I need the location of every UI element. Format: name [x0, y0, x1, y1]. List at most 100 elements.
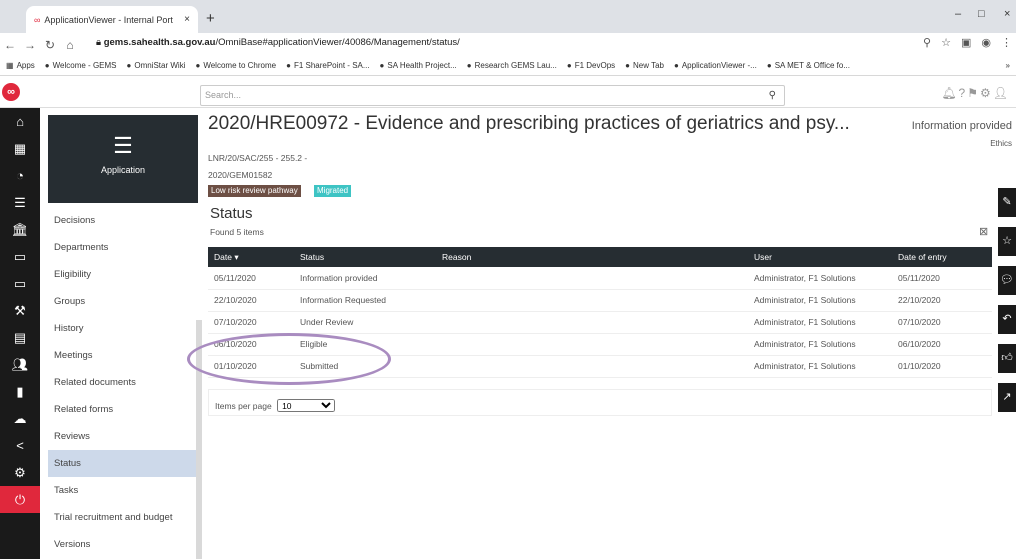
schedule-nav-icon[interactable]: ▭ [0, 243, 40, 270]
submenu-item-versions[interactable]: Versions [48, 531, 198, 558]
cell-reason [436, 333, 748, 356]
submenu-item-decisions[interactable]: Decisions [48, 207, 198, 234]
bell-icon[interactable]: 🔔︎ [941, 86, 958, 100]
reference-number: LNR/20/SAC/255 - 255.2 - [208, 153, 308, 163]
submenu-item-departments[interactable]: Departments [48, 234, 198, 261]
monitor-nav-icon[interactable]: ▭ [0, 270, 40, 297]
reload-icon[interactable]: ↻ [40, 38, 60, 52]
bookmark-item[interactable]: ● Research GEMS Lau... [467, 61, 557, 70]
menu-icon[interactable]: ⋮ [1001, 36, 1012, 49]
table-row[interactable]: 05/11/2020 Information provided Administra… [208, 267, 992, 290]
flag-icon[interactable]: ⚑ [967, 86, 980, 100]
cell-status: Under Review [294, 311, 436, 334]
star-icon[interactable]: ☆ [941, 36, 951, 49]
submenu-item-trial-recruitment-and-budget[interactable]: Trial recruitment and budget [48, 504, 198, 531]
bookmark-label: SA MET & Office fo... [774, 61, 850, 70]
bookmarks-overflow-button[interactable]: » [1006, 61, 1010, 70]
browser-tab-strip: ∞ ApplicationViewer - Internal Port × + … [0, 0, 1016, 33]
table-row[interactable]: 07/10/2020 Under Review Administrator, F1 … [208, 311, 992, 334]
share-nav-icon[interactable]: < [0, 432, 40, 459]
users-nav-icon[interactable]: 👥︎ [0, 351, 40, 378]
bookmark-item[interactable]: ● SA Health Project... [380, 61, 457, 70]
url-field[interactable]: 🔒︎ gems.sahealth.sa.gov.au/OmniBase#appl… [96, 37, 460, 48]
like-action-icon[interactable]: 👍︎ [998, 344, 1016, 373]
new-tab-button[interactable]: + [206, 10, 215, 27]
column-header-reason[interactable]: Reason [436, 247, 748, 267]
column-header-date[interactable]: Date ▾ [208, 247, 294, 267]
bookmark-item[interactable]: ● Welcome - GEMS [45, 61, 117, 70]
cogs-nav-icon[interactable]: ⚙ [0, 459, 40, 486]
maximize-button[interactable]: □ [978, 8, 985, 20]
search-icon[interactable]: ⚲ [769, 86, 776, 105]
window-close-button[interactable]: × [1004, 8, 1010, 20]
undo-action-icon[interactable]: ↶ [998, 305, 1016, 334]
power-nav-icon[interactable]: ⏻ [0, 486, 40, 513]
cell-entry: 07/10/2020 [892, 311, 992, 334]
comment-action-icon[interactable]: 💬︎ [998, 266, 1016, 295]
page-title: 2020/HRE00972 - Evidence and prescribing… [208, 113, 850, 134]
submenu-item-related-documents[interactable]: Related documents [48, 369, 198, 396]
submenu-item-eligibility[interactable]: Eligibility [48, 261, 198, 288]
applications-nav-icon[interactable]: ☰ [0, 189, 40, 216]
excel-export-icon[interactable]: ⊠ [979, 225, 988, 238]
expand-action-icon[interactable]: ↗ [998, 383, 1016, 412]
help-icon[interactable]: ? [959, 86, 968, 100]
column-header-status[interactable]: Status [294, 247, 436, 267]
omnistar-logo-icon[interactable]: ∞ [2, 83, 20, 101]
right-action-bar: ✎ ☆ 💬︎ ↶ 👍︎ ↗ [998, 188, 1016, 422]
gear-icon[interactable]: ⚙ [980, 86, 993, 100]
id-card-nav-icon[interactable]: ▤ [0, 324, 40, 351]
cloud-nav-icon[interactable]: ☁ [0, 405, 40, 432]
column-header-user[interactable]: User [748, 247, 892, 267]
items-per-page-select[interactable]: 10 [277, 399, 336, 412]
column-header-date-of-entry[interactable]: Date of entry [892, 247, 992, 267]
user-icon[interactable]: 👤︎ [993, 86, 1010, 100]
calendar-nav-icon[interactable]: ▦ [0, 135, 40, 162]
bookmark-icon: ● [195, 61, 201, 70]
bookmark-item[interactable]: ● SA MET & Office fo... [767, 61, 850, 70]
document-nav-icon[interactable]: ▮ [0, 378, 40, 405]
pager: Items per page 10 [208, 389, 992, 416]
bookmark-item[interactable]: ● Welcome to Chrome [195, 61, 276, 70]
cell-date: 22/10/2020 [208, 289, 294, 312]
extension-icon[interactable]: ▣ [961, 36, 971, 49]
home-nav-icon[interactable]: ⌂ [0, 108, 40, 135]
gavel-nav-icon[interactable]: ⚒ [0, 297, 40, 324]
bookmark-item[interactable]: ● ApplicationViewer -... [674, 61, 757, 70]
bookmark-icon: ● [379, 61, 385, 70]
submenu-item-meetings[interactable]: Meetings [48, 342, 198, 369]
profile-icon[interactable]: ◉ [981, 36, 991, 49]
bookmark-item[interactable]: ● New Tab [625, 61, 664, 70]
bookmark-item[interactable]: ● OmniStar Wiki [127, 61, 186, 70]
edit-action-icon[interactable]: ✎ [998, 188, 1016, 217]
application-card[interactable]: ☰ Application [48, 115, 198, 203]
forward-icon[interactable]: → [20, 38, 40, 52]
cell-reason [436, 355, 748, 378]
search-input[interactable]: Search... ⚲ [200, 85, 785, 106]
home-icon[interactable]: ⌂ [60, 38, 80, 52]
bookmark-item[interactable]: ● F1 DevOps [567, 61, 615, 70]
application-label: Application [100, 165, 146, 175]
cell-date: 05/11/2020 [208, 267, 294, 290]
institution-nav-icon[interactable]: 🏛︎ [0, 216, 40, 243]
favourite-action-icon[interactable]: ☆ [998, 227, 1016, 256]
submenu-item-groups[interactable]: Groups [48, 288, 198, 315]
submenu-item-reviews[interactable]: Reviews [48, 423, 198, 450]
dashboard-nav-icon[interactable]: ◔ [0, 162, 40, 189]
submenu-item-related-forms[interactable]: Related forms [48, 396, 198, 423]
zoom-icon[interactable]: ⚲ [923, 36, 931, 49]
browser-tab[interactable]: ∞ ApplicationViewer - Internal Port × [26, 6, 198, 33]
cell-status: Information provided [294, 267, 436, 290]
minimize-button[interactable]: – [955, 8, 961, 20]
back-icon[interactable]: ← [0, 38, 20, 52]
items-per-page-label: Items per page [215, 401, 272, 411]
tab-close-icon[interactable]: × [184, 14, 190, 25]
submenu-item-status[interactable]: Status [48, 450, 198, 477]
table-row[interactable]: 22/10/2020 Information Requested Administr… [208, 289, 992, 312]
url-path: /OmniBase#applicationViewer/40086/Manage… [215, 37, 460, 48]
submenu-item-history[interactable]: History [48, 315, 198, 342]
cell-user: Administrator, F1 Solutions [748, 267, 892, 290]
bookmark-item[interactable]: ▦ Apps [6, 61, 35, 70]
bookmark-item[interactable]: ● F1 SharePoint - SA... [286, 61, 369, 70]
submenu-item-tasks[interactable]: Tasks [48, 477, 198, 504]
